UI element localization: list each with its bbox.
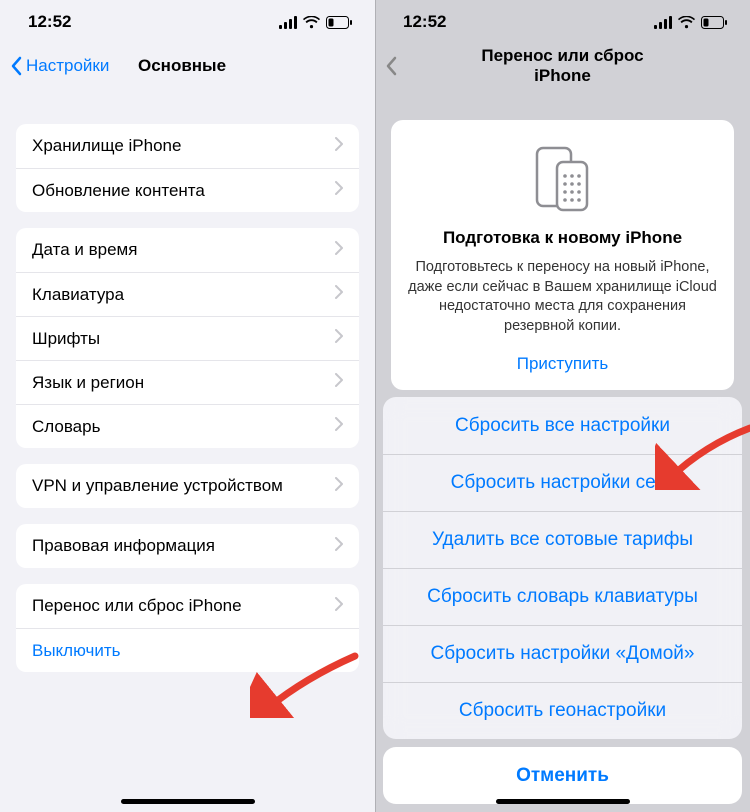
devices-icon — [407, 144, 718, 214]
settings-group: Перенос или сброс iPhone Выключить — [16, 584, 359, 672]
battery-icon — [701, 16, 728, 29]
home-indicator[interactable] — [496, 799, 630, 804]
action-sheet-group: Сбросить все настройкиСбросить настройки… — [383, 397, 742, 739]
row-label: VPN и управление устройством — [32, 476, 335, 496]
chevron-right-icon — [335, 241, 343, 260]
settings-list: Хранилище iPhone Обновление контента Дата … — [0, 124, 375, 672]
settings-row[interactable]: Клавиатура — [16, 272, 359, 316]
battery-icon — [326, 16, 353, 29]
row-label: Язык и регион — [32, 373, 335, 393]
settings-row[interactable]: Язык и регион — [16, 360, 359, 404]
chevron-right-icon — [335, 137, 343, 156]
screen-transfer-reset: 12:52 Перенос или сброс iPhone — [375, 0, 750, 812]
action-sheet-option[interactable]: Сбросить все настройки — [383, 397, 742, 454]
chevron-right-icon — [335, 477, 343, 496]
status-icons — [279, 16, 353, 29]
status-icons — [654, 16, 728, 29]
action-sheet-option[interactable]: Сбросить настройки сети — [383, 454, 742, 511]
settings-group: Хранилище iPhone Обновление контента — [16, 124, 359, 212]
chevron-right-icon — [335, 285, 343, 304]
settings-row[interactable]: Выключить — [16, 628, 359, 672]
page-title: Перенос или сброс iPhone — [375, 46, 750, 86]
prepare-new-iphone-card: Подготовка к новому iPhone Подготовьтесь… — [391, 120, 734, 390]
status-time: 12:52 — [28, 12, 71, 32]
action-sheet-option[interactable]: Сбросить настройки «Домой» — [383, 625, 742, 682]
action-sheet-option[interactable]: Сбросить геонастройки — [383, 682, 742, 739]
cellular-signal-icon — [279, 16, 297, 29]
cancel-button[interactable]: Отменить — [383, 747, 742, 804]
row-label: Выключить — [32, 641, 343, 661]
row-label: Шрифты — [32, 329, 335, 349]
chevron-right-icon — [335, 181, 343, 200]
chevron-right-icon — [335, 417, 343, 436]
nav-bar: Перенос или сброс iPhone — [375, 44, 750, 88]
back-button[interactable]: Настройки — [10, 56, 109, 76]
settings-row[interactable]: Перенос или сброс iPhone — [16, 584, 359, 628]
settings-row[interactable]: Хранилище iPhone — [16, 124, 359, 168]
home-indicator[interactable] — [121, 799, 255, 804]
settings-row[interactable]: Дата и время — [16, 228, 359, 272]
row-label: Словарь — [32, 417, 335, 437]
card-body: Подготовьтесь к переносу на новый iPhone… — [407, 258, 718, 336]
card-cta[interactable]: Приступить — [407, 354, 718, 374]
screen-general-settings: 12:52 Настройки Основные Хранилище iPhon… — [0, 0, 375, 812]
action-sheet: Сбросить все настройкиСбросить настройки… — [375, 397, 750, 812]
row-label: Обновление контента — [32, 181, 335, 201]
chevron-left-icon — [385, 56, 397, 76]
status-bar: 12:52 — [0, 0, 375, 44]
back-button[interactable] — [385, 56, 401, 76]
chevron-right-icon — [335, 373, 343, 392]
settings-row[interactable]: VPN и управление устройством — [16, 464, 359, 508]
settings-group: VPN и управление устройством — [16, 464, 359, 508]
screen-divider — [375, 0, 376, 812]
status-time: 12:52 — [403, 12, 446, 32]
settings-row[interactable]: Обновление контента — [16, 168, 359, 212]
settings-group: Правовая информация — [16, 524, 359, 568]
wifi-icon — [678, 16, 695, 29]
chevron-right-icon — [335, 597, 343, 616]
action-sheet-option[interactable]: Сбросить словарь клавиатуры — [383, 568, 742, 625]
settings-row[interactable]: Словарь — [16, 404, 359, 448]
chevron-left-icon — [10, 56, 22, 76]
settings-row[interactable]: Правовая информация — [16, 524, 359, 568]
status-bar: 12:52 — [375, 0, 750, 44]
row-label: Клавиатура — [32, 285, 335, 305]
cellular-signal-icon — [654, 16, 672, 29]
back-label: Настройки — [26, 56, 109, 76]
action-sheet-option[interactable]: Удалить все сотовые тарифы — [383, 511, 742, 568]
nav-bar: Настройки Основные — [0, 44, 375, 88]
row-label: Дата и время — [32, 240, 335, 260]
settings-group: Дата и время Клавиатура Шрифты Язык и регио… — [16, 228, 359, 448]
row-label: Перенос или сброс iPhone — [32, 596, 335, 616]
chevron-right-icon — [335, 537, 343, 556]
card-title: Подготовка к новому iPhone — [407, 228, 718, 248]
row-label: Хранилище iPhone — [32, 136, 335, 156]
wifi-icon — [303, 16, 320, 29]
settings-row[interactable]: Шрифты — [16, 316, 359, 360]
row-label: Правовая информация — [32, 536, 335, 556]
chevron-right-icon — [335, 329, 343, 348]
